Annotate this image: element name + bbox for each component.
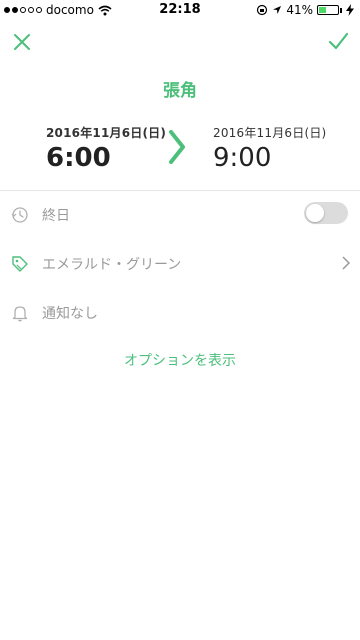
battery-fill	[319, 7, 327, 13]
charging-bolt-icon	[346, 4, 354, 16]
chevron-right-icon	[169, 130, 185, 164]
time-range: 2016年11月6日(日) 6:00 2016年11月6日(日) 9:00	[0, 112, 360, 190]
battery-percent: 41%	[286, 3, 313, 17]
end-datetime[interactable]: 2016年11月6日(日) 9:00	[213, 124, 326, 173]
start-date: 2016年11月6日(日)	[46, 126, 167, 140]
clock-icon	[11, 207, 28, 223]
color-label: エメラルド・グリーン	[42, 257, 182, 273]
close-icon[interactable]	[10, 30, 34, 54]
show-options-link[interactable]: オプションを表示	[0, 350, 360, 370]
all-day-label: 終日	[42, 208, 70, 224]
tag-icon	[12, 256, 28, 272]
start-datetime[interactable]: 2016年11月6日(日) 6:00	[46, 124, 166, 173]
battery-icon	[317, 5, 339, 15]
all-day-row: 終日	[0, 200, 360, 230]
bell-icon	[12, 306, 28, 322]
divider	[0, 190, 360, 191]
all-day-toggle[interactable]	[304, 202, 348, 224]
rotation-lock-icon	[257, 4, 268, 16]
color-row[interactable]: エメラルド・グリーン	[0, 249, 360, 279]
location-arrow-icon	[273, 6, 282, 14]
toggle-knob	[306, 204, 324, 222]
battery-tip	[340, 7, 342, 13]
event-title[interactable]: 張角	[0, 76, 360, 101]
status-bar: docomo 22:18 41%	[0, 0, 360, 20]
end-time: 9:00	[213, 143, 272, 173]
start-time: 6:00	[46, 143, 111, 173]
notification-row[interactable]: 通知なし	[0, 298, 360, 328]
notification-label: 通知なし	[42, 306, 98, 322]
checkmark-icon[interactable]	[326, 30, 350, 54]
end-date: 2016年11月6日(日)	[213, 126, 327, 140]
status-right: 41%	[256, 3, 354, 17]
chevron-right-icon	[342, 256, 350, 270]
